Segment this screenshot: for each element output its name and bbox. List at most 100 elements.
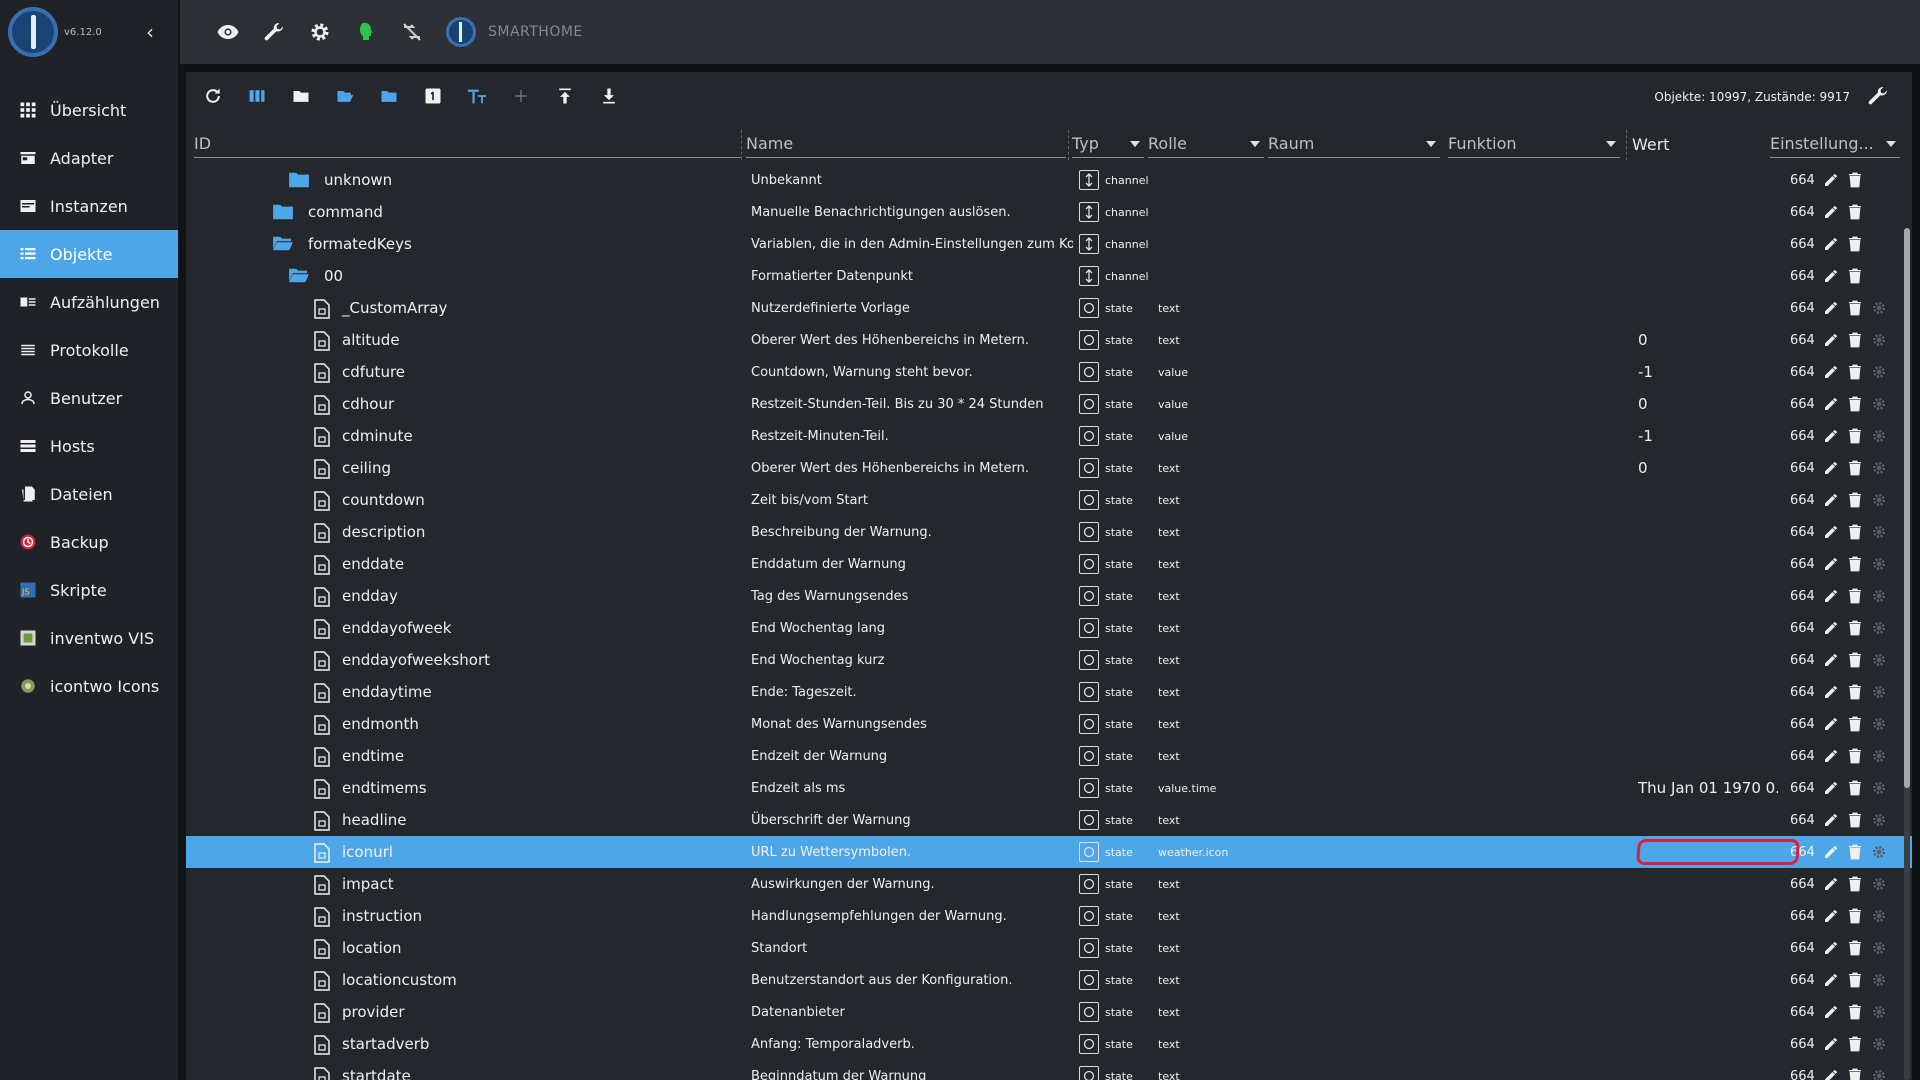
edit-icon[interactable] [1822,459,1840,477]
custom-settings-icon[interactable] [1870,395,1888,413]
id-cell[interactable]: enddaytime [186,676,726,708]
object-value[interactable] [1638,964,1778,996]
edit-icon[interactable] [1822,1003,1840,1021]
delete-icon[interactable] [1846,1035,1864,1053]
object-value[interactable] [1638,1028,1778,1060]
object-value[interactable] [1638,516,1778,548]
table-row[interactable]: locationcustom Benutzerstandort aus der K… [186,964,1912,996]
custom-settings-icon[interactable] [1870,491,1888,509]
object-value[interactable] [1638,484,1778,516]
delete-icon[interactable] [1846,1067,1864,1080]
edit-icon[interactable] [1822,939,1840,957]
delete-icon[interactable] [1846,651,1864,669]
sidebar-item-protokolle[interactable]: Protokolle [0,326,178,374]
sidebar-item-adapter[interactable]: Adapter [0,134,178,182]
id-cell[interactable]: instruction [186,900,726,932]
edit-icon[interactable] [1822,235,1840,253]
object-value[interactable] [1638,932,1778,964]
object-value[interactable] [1638,612,1778,644]
id-cell[interactable]: cdminute [186,420,726,452]
table-row[interactable]: unknown Unbekannt channel 664 [186,164,1912,196]
vertical-scrollbar[interactable] [1904,228,1910,1080]
custom-settings-icon[interactable] [1870,587,1888,605]
column-header-settings[interactable]: Einstellung... [1770,128,1900,158]
file-icon[interactable] [314,491,330,515]
delete-icon[interactable] [1846,203,1864,221]
object-value[interactable] [1638,676,1778,708]
edit-icon[interactable] [1822,523,1840,541]
id-cell[interactable]: ceiling [186,452,726,484]
plus-icon[interactable] [508,83,534,109]
object-value[interactable]: 0 [1638,324,1778,356]
table-row[interactable]: enddaytime Ende: Tageszeit. state text 664 [186,676,1912,708]
column-divider[interactable] [1068,130,1069,160]
column-header-function[interactable]: Funktion [1448,128,1620,158]
edit-icon[interactable] [1822,203,1840,221]
edit-icon[interactable] [1822,1067,1840,1080]
file-icon[interactable] [314,1035,330,1059]
column-header-room[interactable]: Raum [1268,128,1440,158]
delete-icon[interactable] [1846,235,1864,253]
expert-mode-icon[interactable] [352,18,380,46]
sidebar-item-instanzen[interactable]: Instanzen [0,182,178,230]
table-row[interactable]: command Manuelle Benachrichtigungen auslö… [186,196,1912,228]
text-size-icon[interactable] [464,83,490,109]
dropdown-arrow-icon[interactable] [1426,141,1436,147]
file-icon[interactable] [314,459,330,483]
custom-settings-icon[interactable] [1870,843,1888,861]
delete-icon[interactable] [1846,491,1864,509]
sync-disabled-icon[interactable] [398,18,426,46]
file-icon[interactable] [314,1067,330,1080]
file-icon[interactable] [314,939,330,963]
edit-icon[interactable] [1822,363,1840,381]
delete-icon[interactable] [1846,395,1864,413]
id-cell[interactable]: 00 [186,260,726,292]
edit-icon[interactable] [1822,555,1840,573]
column-header-name[interactable]: Name [746,128,1066,158]
column-divider[interactable] [1626,130,1627,160]
custom-settings-icon[interactable] [1870,747,1888,765]
table-row[interactable]: cdhour Restzeit-Stunden-Teil. Bis zu 30 *… [186,388,1912,420]
edit-icon[interactable] [1822,587,1840,605]
id-cell[interactable]: location [186,932,726,964]
custom-settings-icon[interactable] [1870,779,1888,797]
file-icon[interactable] [314,811,330,835]
id-cell[interactable]: locationcustom [186,964,726,996]
column-header-value[interactable]: Wert [1632,128,1762,158]
delete-icon[interactable] [1846,299,1864,317]
edit-icon[interactable] [1822,299,1840,317]
id-cell[interactable]: impact [186,868,726,900]
delete-icon[interactable] [1846,587,1864,605]
columns-icon[interactable] [244,83,270,109]
object-value[interactable]: -1 [1638,420,1778,452]
sidebar-item-benutzer[interactable]: Benutzer [0,374,178,422]
folder-open-icon[interactable] [288,267,310,289]
sidebar-item-dateien[interactable]: Dateien [0,470,178,518]
table-row[interactable]: endtimems Endzeit als ms state value.time Th… [186,772,1912,804]
object-value[interactable] [1638,260,1778,292]
file-icon[interactable] [314,395,330,419]
file-icon[interactable] [314,427,330,451]
table-row[interactable]: countdown Zeit bis/vom Start state text 664 [186,484,1912,516]
table-row[interactable]: startadverb Anfang: Temporaladverb. state t… [186,1028,1912,1060]
id-cell[interactable]: iconurl [186,836,726,868]
refresh-icon[interactable] [200,83,226,109]
table-row[interactable]: cdminute Restzeit-Minuten-Teil. state value… [186,420,1912,452]
id-cell[interactable]: endtimems [186,772,726,804]
file-icon[interactable] [314,651,330,675]
sidebar-item-objekte[interactable]: Objekte [0,230,178,278]
sidebar-item-aufzählungen[interactable]: Aufzählungen [0,278,178,326]
table-row[interactable]: description Beschreibung der Warnung. stat… [186,516,1912,548]
delete-icon[interactable] [1846,811,1864,829]
table-row[interactable]: endtime Endzeit der Warnung state text 664 [186,740,1912,772]
file-icon[interactable] [314,875,330,899]
edit-icon[interactable] [1822,843,1840,861]
delete-icon[interactable] [1846,715,1864,733]
delete-icon[interactable] [1846,555,1864,573]
object-value[interactable] [1638,804,1778,836]
folder-icon[interactable] [288,83,314,109]
edit-icon[interactable] [1822,171,1840,189]
custom-settings-icon[interactable] [1870,299,1888,317]
edit-icon[interactable] [1822,875,1840,893]
object-value[interactable]: Thu Jan 01 1970 0... [1638,772,1778,804]
